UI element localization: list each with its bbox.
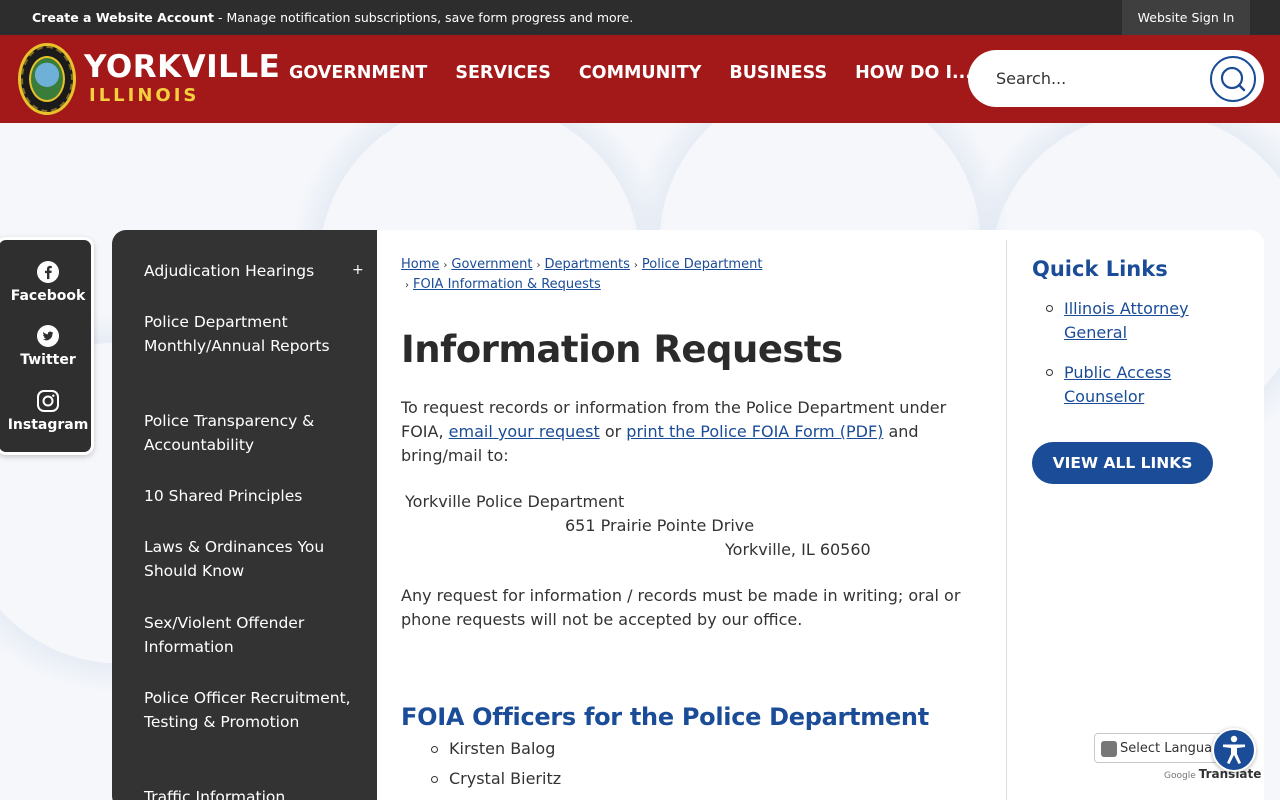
sidenav-item-traffic-information[interactable]: Traffic Information: [144, 785, 354, 800]
breadcrumb-foia[interactable]: FOIA Information & Requests: [413, 277, 601, 292]
logo-city-name[interactable]: YORKVILLE: [84, 49, 280, 85]
facebook-icon: [37, 261, 59, 283]
accessibility-button[interactable]: [1212, 728, 1256, 772]
breadcrumb-home[interactable]: Home: [401, 257, 439, 272]
breadcrumb-separator: ›: [536, 260, 541, 271]
breadcrumb-separator: ›: [405, 280, 409, 291]
list-item: Kirsten Balog: [430, 738, 561, 768]
page-title: Information Requests: [401, 328, 843, 371]
search-button[interactable]: [1210, 56, 1256, 102]
breadcrumb: Home › Government › Departments › Police Depar…: [401, 255, 961, 295]
sidenav-item-officer-recruitment[interactable]: Police Officer Recruitment, Testing & Pr…: [144, 686, 354, 734]
breadcrumb-separator: ›: [633, 260, 638, 271]
nav-community[interactable]: COMMUNITY: [579, 63, 702, 83]
social-instagram[interactable]: Instagram: [0, 389, 97, 433]
website-sign-in-button[interactable]: Website Sign In: [1122, 0, 1250, 35]
sidenav-item-adjudication-hearings[interactable]: Adjudication Hearings: [144, 259, 354, 283]
sidenav-item-laws-ordinances[interactable]: Laws & Ordinances You Should Know: [144, 535, 354, 583]
social-facebook[interactable]: Facebook: [0, 260, 97, 304]
breadcrumb-separator: ›: [443, 260, 448, 271]
address-line-2: 651 Prairie Pointe Drive: [565, 516, 755, 535]
social-twitter[interactable]: Twitter: [0, 324, 97, 368]
officers-list: Kirsten Balog Crystal Bieritz: [430, 738, 561, 798]
seal-emblem: [29, 56, 65, 102]
search-box: [968, 50, 1264, 107]
create-account-description: - Manage notification subscriptions, sav…: [214, 10, 634, 25]
nav-business[interactable]: BUSINESS: [729, 63, 827, 83]
address-line-1: Yorkville Police Department: [405, 492, 625, 511]
top-bar: Create a Website Account - Manage notifi…: [0, 0, 1280, 35]
site-header: YORKVILLE ILLINOIS GOVERNMENT SERVICES C…: [0, 35, 1280, 123]
breadcrumb-departments[interactable]: Departments: [544, 257, 629, 272]
breadcrumb-police-department[interactable]: Police Department: [642, 257, 763, 272]
social-media-bar: Facebook Twitter Instagram: [0, 237, 94, 455]
logo-state-name[interactable]: ILLINOIS: [89, 85, 199, 106]
list-item: Crystal Bieritz: [430, 768, 561, 798]
intro-paragraph: To request records or information from t…: [401, 396, 961, 468]
sidenav-item-offender-information[interactable]: Sex/Violent Offender Information: [144, 611, 354, 659]
intro-or: or: [599, 422, 627, 441]
search-input[interactable]: [996, 66, 1176, 90]
view-all-links-button[interactable]: VIEW ALL LINKS: [1032, 442, 1213, 484]
email-request-link[interactable]: email your request: [449, 422, 600, 441]
google-label: Google: [1164, 771, 1196, 781]
language-select[interactable]: Select Language: [1094, 733, 1228, 763]
create-account-message[interactable]: Create a Website Account - Manage notifi…: [32, 10, 633, 25]
main-panel: Adjudication Hearings + Police Departmen…: [112, 230, 1264, 800]
quick-links-heading[interactable]: Quick Links: [1032, 257, 1168, 281]
create-account-link[interactable]: Create a Website Account: [32, 10, 214, 25]
twitter-label: Twitter: [20, 352, 76, 368]
side-navigation: Adjudication Hearings + Police Departmen…: [112, 230, 377, 800]
notice-paragraph: Any request for information / records mu…: [401, 586, 961, 629]
accessibility-icon: [1223, 735, 1245, 764]
city-seal-logo[interactable]: [18, 43, 76, 115]
officers-heading: FOIA Officers for the Police Department: [401, 703, 929, 731]
google-translate-icon: [1101, 741, 1117, 757]
breadcrumb-government[interactable]: Government: [451, 257, 532, 272]
sidenav-item-transparency[interactable]: Police Transparency & Accountability: [144, 409, 354, 457]
nav-government[interactable]: GOVERNMENT: [289, 63, 427, 83]
instagram-label: Instagram: [7, 417, 89, 433]
quick-link-attorney-general[interactable]: Illinois Attorney General: [1046, 297, 1234, 345]
column-divider: [1006, 240, 1007, 800]
main-nav: GOVERNMENT SERVICES COMMUNITY BUSINESS H…: [289, 63, 1000, 83]
foia-form-link[interactable]: print the Police FOIA Form (PDF): [626, 422, 883, 441]
quick-link-public-access-counselor[interactable]: Public Access Counselor: [1046, 361, 1234, 409]
nav-services[interactable]: SERVICES: [455, 63, 551, 83]
twitter-icon: [37, 325, 59, 347]
address-line-3: Yorkville, IL 60560: [725, 540, 871, 559]
search-icon: [1220, 66, 1246, 92]
expand-toggle[interactable]: +: [352, 262, 364, 278]
instagram-icon: [37, 390, 59, 412]
sidenav-item-monthly-annual-reports[interactable]: Police Department Monthly/Annual Reports: [144, 310, 354, 358]
nav-how-do-i[interactable]: HOW DO I...: [855, 63, 972, 83]
facebook-label: Facebook: [10, 288, 86, 304]
sidenav-item-shared-principles[interactable]: 10 Shared Principles: [144, 484, 354, 508]
